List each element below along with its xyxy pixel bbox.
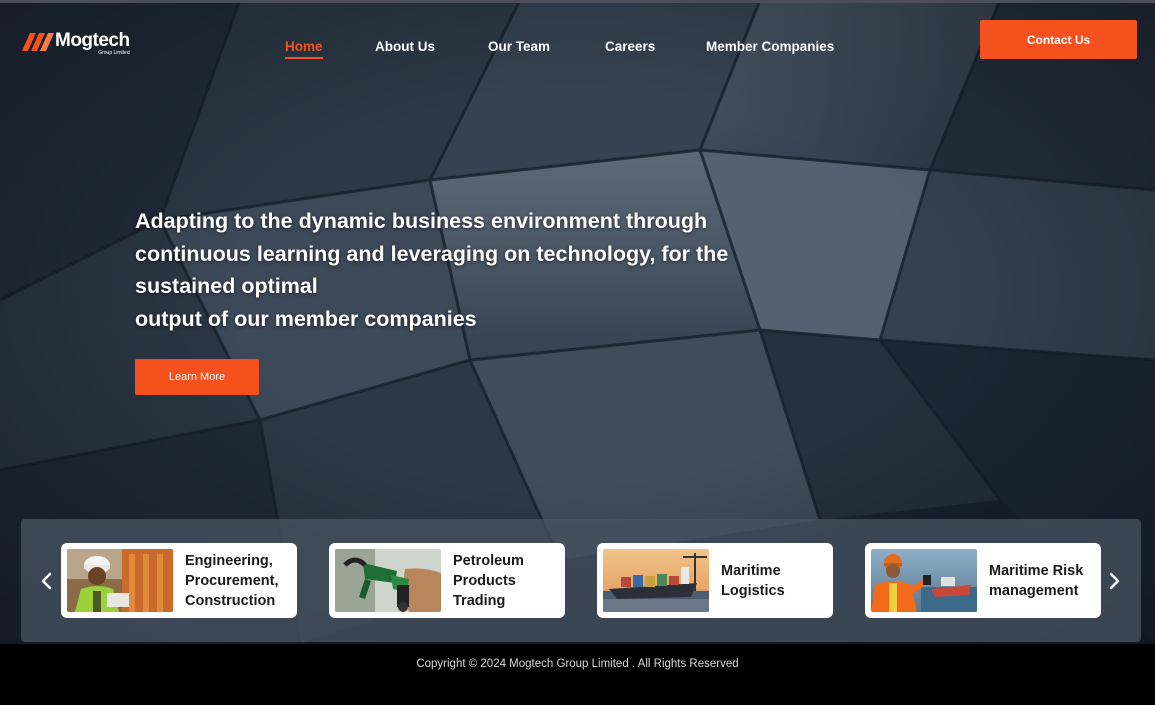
service-card-label-line: Petroleum [453, 552, 524, 569]
service-card-label-line: Logistics [721, 582, 785, 599]
service-card-label-line: management [989, 582, 1079, 599]
service-card-label-line: Products [453, 572, 516, 589]
fuel-nozzle-photo [335, 549, 441, 612]
service-card-label: Maritime Risk management [989, 561, 1083, 601]
service-card-label-line: Construction [185, 592, 276, 609]
service-card-engineering[interactable]: Engineering, Procurement, Construction [61, 543, 297, 618]
service-card-label: Petroleum Products Trading [453, 551, 524, 611]
chevron-right-icon[interactable] [1106, 571, 1122, 591]
learn-more-button[interactable]: Learn More [135, 359, 259, 395]
hero-headline-line: Adapting to the dynamic business environ… [135, 209, 708, 233]
service-card-label-line: Maritime [721, 562, 781, 579]
service-card-label-line: Maritime Risk [989, 562, 1084, 579]
hero-headline-line: sustained optimal [135, 274, 318, 298]
nav-item-member-companies[interactable]: Member Companies [706, 39, 834, 54]
chevron-left-icon[interactable] [39, 571, 55, 591]
nav-item-about-us[interactable]: About Us [375, 39, 435, 54]
hero-headline-line: output of our member companies [135, 306, 477, 331]
services-carousel: Engineering, Procurement, Construction P… [21, 519, 1141, 642]
copyright-text: Copyright © 2024 Mogtech Group Limited .… [416, 658, 739, 670]
top-border [0, 0, 1155, 3]
footer: Copyright © 2024 Mogtech Group Limited .… [0, 644, 1155, 705]
contact-us-button[interactable]: Contact Us [980, 20, 1137, 59]
nav-item-careers[interactable]: Careers [605, 39, 655, 54]
nav-item-home[interactable]: Home [285, 39, 323, 59]
service-card-maritime-risk[interactable]: Maritime Risk management [865, 543, 1101, 618]
hero-headline: Adapting to the dynamic business environ… [135, 205, 855, 335]
service-card-maritime-logistics[interactable]: Maritime Logistics [597, 543, 833, 618]
service-card-label-line: Trading [453, 592, 506, 609]
nav-item-our-team[interactable]: Our Team [488, 39, 550, 54]
service-card-label: Engineering, Procurement, Construction [185, 551, 278, 611]
maritime-worker-photo [871, 549, 977, 612]
hero-section: Mogtech Group Limited Home About Us Our … [0, 0, 1155, 644]
construction-worker-photo [67, 549, 173, 612]
service-card-label-line: Engineering, [185, 552, 273, 569]
service-card-label-line: Procurement, [185, 572, 279, 589]
cargo-ship-photo [603, 549, 709, 612]
service-card-label: Maritime Logistics [721, 561, 785, 601]
service-card-petroleum[interactable]: Petroleum Products Trading [329, 543, 565, 618]
hero-headline-line: continuous learning and leveraging on te… [135, 241, 729, 266]
